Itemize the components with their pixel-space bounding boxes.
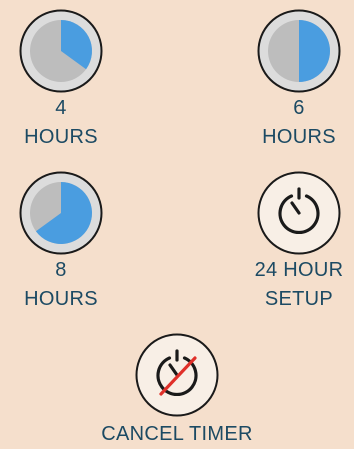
option-number: 6: [293, 97, 305, 119]
option-number: 8: [55, 259, 67, 281]
timer-icon: [257, 171, 341, 255]
option-number: 4: [55, 97, 67, 119]
cancel-timer-button[interactable]: CANCEL TIMER: [101, 332, 252, 449]
option-unit: HOURS: [24, 126, 98, 148]
pie-clock-icon: [19, 171, 103, 255]
timer-cancel-icon: [135, 333, 219, 417]
timer-4-hours-option[interactable]: 4 HOURS: [13, 8, 109, 152]
option-subtitle: SETUP: [264, 288, 334, 310]
cancel-label: CANCEL TIMER: [101, 423, 253, 445]
pie-clock-icon: [19, 9, 103, 93]
option-title: 24 HOUR: [254, 259, 344, 281]
option-unit: HOURS: [24, 288, 98, 310]
pie-clock-icon: [257, 9, 341, 93]
option-unit: HOURS: [262, 126, 336, 148]
timer-8-hours-option[interactable]: 8 HOURS: [13, 170, 109, 314]
timer-6-hours-option[interactable]: 6 HOURS: [251, 8, 347, 152]
timer-24-hour-setup-option[interactable]: 24 HOUR SETUP: [236, 170, 354, 314]
